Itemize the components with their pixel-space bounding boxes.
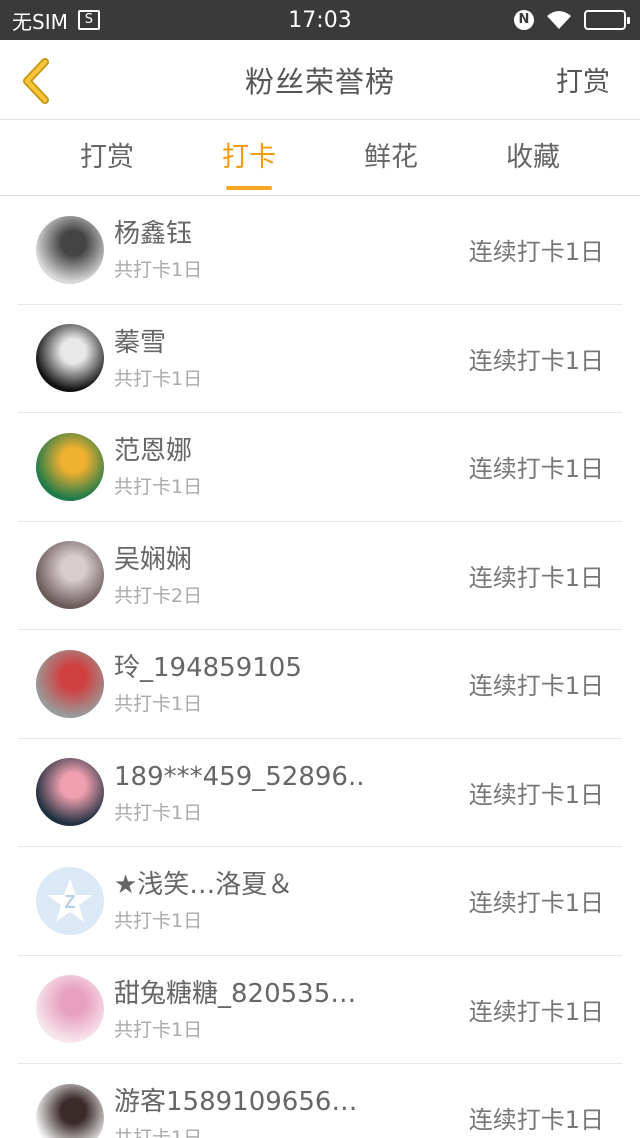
streak-label: 连续打卡1日	[468, 889, 604, 918]
battery-icon	[584, 10, 630, 30]
list-item[interactable]: 游客1589109656… 共打卡1日 连续打卡1日	[18, 1064, 622, 1138]
total-checkin: 共打卡1日	[114, 693, 203, 716]
user-name: 甜兔糖糖_820535…	[114, 978, 357, 1009]
avatar[interactable]	[36, 975, 104, 1044]
nav-bar: 粉丝荣誉榜 打赏	[0, 40, 640, 120]
list-item[interactable]: 杨鑫钰共打卡1日 连续打卡1日	[18, 196, 622, 305]
tab-flowers[interactable]: 鲜花	[346, 120, 436, 196]
user-name: 189***459_52896...	[114, 761, 364, 792]
list-item[interactable]: 甜兔糖糖_820535… 共打卡1日 连续打卡1日	[18, 956, 622, 1064]
streak-label: 连续打卡1日	[468, 672, 604, 701]
total-checkin: 共打卡1日	[114, 1018, 203, 1041]
wifi-icon	[547, 11, 571, 29]
streak-label: 连续打卡1日	[468, 780, 604, 809]
list-item[interactable]: 范恩娜共打卡1日 连续打卡1日	[18, 413, 622, 522]
streak-label: 连续打卡1日	[468, 997, 604, 1026]
avatar[interactable]	[36, 649, 104, 718]
back-button[interactable]	[16, 58, 56, 104]
svg-text:Z: Z	[65, 892, 76, 912]
streak-label: 连续打卡1日	[468, 455, 604, 484]
streak-label: 连续打卡1日	[468, 346, 604, 375]
avatar[interactable]	[36, 324, 104, 393]
list-item[interactable]: Z ★浅笑…洛夏＆ 共打卡1日 连续打卡1日	[18, 847, 622, 956]
avatar[interactable]	[36, 541, 104, 610]
page-title: 粉丝荣誉榜	[244, 64, 395, 99]
total-checkin: 共打卡1日	[114, 259, 203, 282]
default-avatar-icon[interactable]: Z	[36, 866, 104, 935]
user-name: 吴娴娴	[114, 544, 193, 575]
tab-bar: 打赏 打卡 鲜花 收藏	[0, 120, 640, 196]
total-checkin: 共打卡1日	[114, 910, 203, 933]
avatar[interactable]	[36, 758, 104, 827]
reward-button[interactable]: 打赏	[556, 60, 610, 99]
user-name: 游客1589109656…	[114, 1087, 358, 1118]
avatar[interactable]	[36, 215, 104, 284]
total-checkin: 共打卡1日	[114, 476, 203, 499]
status-bar: 无SIM S 17:03 N	[0, 0, 640, 40]
nfc-icon: N	[514, 10, 534, 30]
streak-label: 连续打卡1日	[468, 1106, 604, 1135]
avatar[interactable]	[36, 432, 104, 501]
user-name: 范恩娜	[114, 436, 193, 467]
total-checkin: 共打卡1日	[114, 1123, 469, 1138]
list-item[interactable]: 吴娴娴共打卡2日 连续打卡1日	[18, 522, 622, 630]
fan-list: 杨鑫钰 共打卡1日 连续打卡1日 蓁雪 共打卡1日 连续打卡1日 范恩娜 共打卡1日 …	[0, 196, 640, 1138]
tab-checkin[interactable]: 打卡	[204, 120, 294, 196]
avatar[interactable]	[36, 1083, 104, 1138]
chevron-left-icon	[23, 58, 49, 104]
status-right: N	[514, 10, 630, 30]
sim-icon: S	[77, 10, 100, 30]
user-name: 蓁雪	[114, 327, 167, 358]
total-checkin: 共打卡1日	[114, 801, 203, 824]
list-item[interactable]: 玲_194859105 共打卡1日 连续打卡1日	[18, 630, 622, 739]
status-left: 无SIM S	[12, 6, 100, 35]
carrier-label: 无SIM	[12, 9, 68, 34]
user-name: 杨鑫钰	[114, 219, 193, 250]
list-item[interactable]: 189***459_52896... 共打卡1日 连续打卡1日	[18, 739, 622, 847]
total-checkin: 共打卡2日	[114, 584, 203, 607]
tab-reward[interactable]: 打赏	[62, 120, 152, 196]
list-item[interactable]: 蓁雪共打卡1日 连续打卡1日	[18, 305, 622, 413]
user-name: ★浅笑…洛夏＆	[114, 870, 294, 901]
tab-favorites[interactable]: 收藏	[488, 120, 578, 196]
user-name: 玲_194859105	[114, 653, 302, 684]
streak-label: 连续打卡1日	[468, 238, 604, 267]
streak-label: 连续打卡1日	[468, 563, 604, 592]
total-checkin: 共打卡1日	[114, 367, 203, 390]
